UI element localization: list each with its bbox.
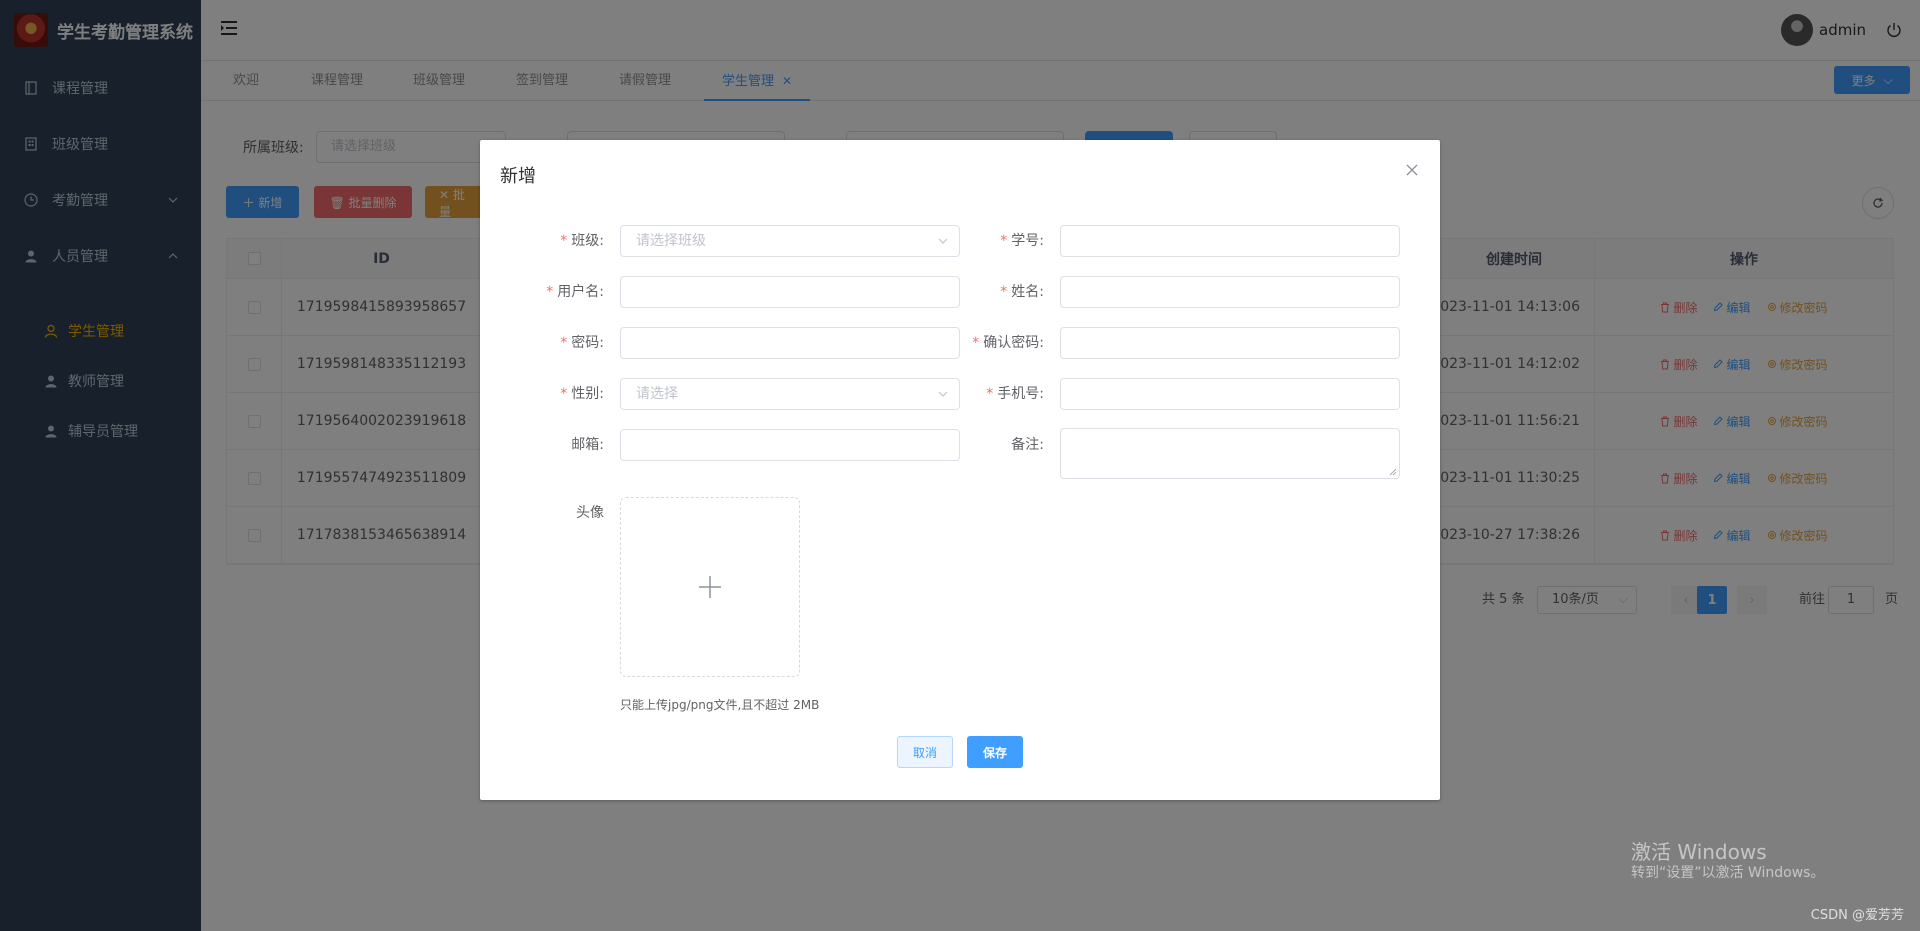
password-label: * 密码: [520, 327, 604, 359]
phone-label-text: 手机号: [997, 386, 1044, 402]
class-select-placeholder: 请选择班级 [636, 233, 706, 249]
class-label: * 班级: [520, 225, 604, 257]
resize-grip-icon[interactable] [1389, 468, 1397, 476]
windows-activation-subtitle: 转到“设置”以激活 Windows。 [1631, 865, 1825, 881]
required-mark: * [972, 335, 980, 351]
phone-label: * 手机号: [960, 378, 1044, 410]
class-select[interactable]: 请选择班级 [620, 225, 960, 257]
remark-textarea[interactable] [1060, 428, 1400, 479]
confirm-password-label-text: 确认密码: [983, 335, 1044, 351]
phone-input[interactable] [1060, 378, 1400, 410]
gender-select-placeholder: 请选择 [636, 386, 678, 402]
add-student-dialog: 新增 * 班级: 请选择班级 * 学号: * 用户名: * 姓名: * 密码: * 确认密码… [480, 140, 1440, 800]
upload-tip: 只能上传jpg/png文件,且不超过 2MB [620, 698, 820, 712]
name-label: * 姓名: [960, 276, 1044, 308]
remark-label: 备注: [1011, 437, 1044, 453]
password-label-text: 密码: [571, 335, 604, 351]
chevron-down-icon [938, 391, 948, 397]
gender-label: * 性别: [520, 378, 604, 410]
windows-activation-title: 激活 Windows [1631, 840, 1767, 864]
gender-select[interactable]: 请选择 [620, 378, 960, 410]
required-mark: * [986, 386, 994, 402]
username-label: * 用户名: [520, 276, 604, 308]
name-label-text: 姓名: [1011, 284, 1044, 300]
required-mark: * [546, 284, 554, 300]
student-no-label: * 学号: [960, 225, 1044, 257]
confirm-password-input[interactable] [1060, 327, 1400, 359]
chevron-down-icon [938, 238, 948, 244]
email-input[interactable] [620, 429, 960, 461]
required-mark: * [560, 233, 568, 249]
gender-label-text: 性别: [571, 386, 604, 402]
dialog-title: 新增 [500, 166, 536, 187]
csdn-watermark: CSDN @爱芳芳 [1810, 908, 1904, 923]
required-mark: * [1000, 284, 1008, 300]
cancel-button[interactable]: 取消 [897, 736, 953, 768]
email-label: 邮箱: [571, 437, 604, 453]
app-root: 学生考勤管理系统 课程管理 班级管理 考勤管理 人员管理 学生管理 教师管理 [0, 0, 1920, 931]
password-input[interactable] [620, 327, 960, 359]
student-no-label-text: 学号: [1011, 233, 1044, 249]
plus-icon [699, 576, 721, 598]
avatar-uploader[interactable] [620, 497, 800, 677]
student-no-input[interactable] [1060, 225, 1400, 257]
required-mark: * [1000, 233, 1008, 249]
required-mark: * [560, 335, 568, 351]
confirm-password-label: * 确认密码: [950, 327, 1044, 359]
close-icon[interactable] [1404, 162, 1420, 178]
save-button[interactable]: 保存 [967, 736, 1023, 768]
username-label-text: 用户名: [557, 284, 604, 300]
required-mark: * [560, 386, 568, 402]
username-input[interactable] [620, 276, 960, 308]
class-label-text: 班级: [571, 233, 604, 249]
name-input[interactable] [1060, 276, 1400, 308]
avatar-label: 头像 [576, 505, 604, 521]
